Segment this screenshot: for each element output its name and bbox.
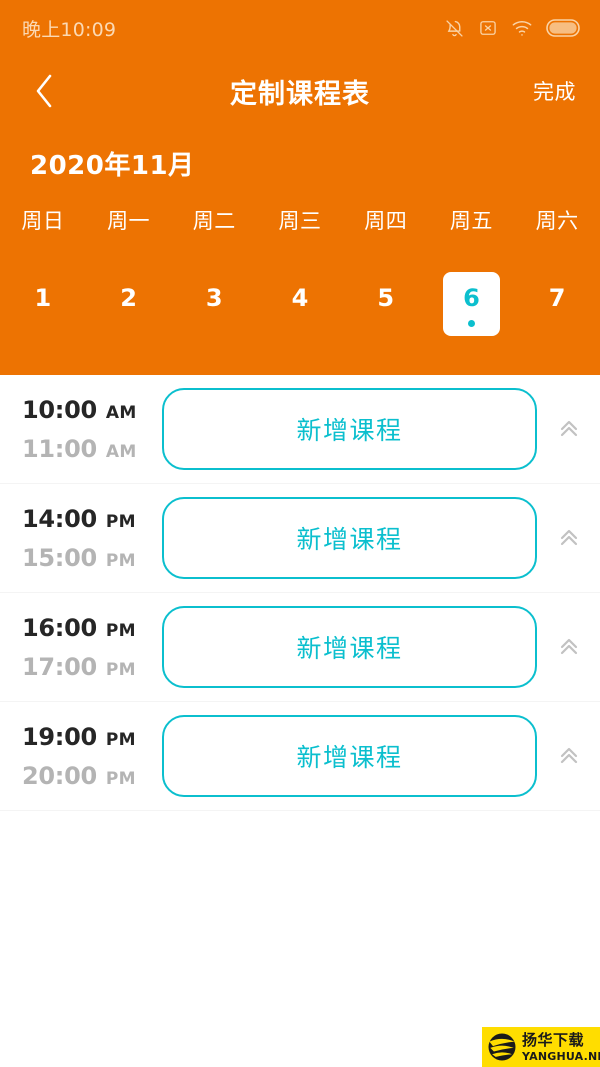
slot-start-meridiem: PM bbox=[105, 729, 136, 750]
boxed-x-icon bbox=[478, 18, 498, 38]
schedule-slot-row: 10:00 AM 11:00 AM 新增课程 bbox=[0, 375, 600, 484]
battery-icon bbox=[546, 19, 580, 37]
slot-start-time: 19:00 PM bbox=[22, 723, 162, 751]
weekday-header-row: 周日 周一 周二 周三 周四 周五 周六 bbox=[0, 205, 600, 235]
schedule-slot-row: 19:00 PM 20:00 PM 新增课程 bbox=[0, 702, 600, 811]
app-screen: 晚上10:09 定制课程表 完成 2020年11月 周日 周一 周二 周三 周四… bbox=[0, 0, 600, 1067]
schedule-list: 10:00 AM 11:00 AM 新增课程 14:00 PM 15:00 PM… bbox=[0, 375, 600, 811]
weekday-label-tue: 周二 bbox=[192, 209, 236, 233]
slot-end-hour: 11:00 bbox=[22, 434, 97, 463]
slot-start-hour: 19:00 bbox=[22, 722, 97, 751]
slot-end-hour: 17:00 bbox=[22, 652, 97, 681]
day-cell-6-selected[interactable]: 6 bbox=[429, 272, 515, 352]
weekday-label-sat: 周六 bbox=[535, 209, 579, 233]
day-dot bbox=[554, 320, 561, 327]
day-cell-5[interactable]: 5 bbox=[343, 272, 429, 352]
watermark-text: 扬华下载 YANGHUA.NET bbox=[522, 1030, 600, 1063]
day-dot bbox=[211, 320, 218, 327]
slot-end-hour: 15:00 bbox=[22, 543, 97, 572]
day-cell-7[interactable]: 7 bbox=[514, 272, 600, 352]
slot-end-time: 20:00 PM bbox=[22, 762, 162, 790]
status-time: 晚上10:09 bbox=[22, 18, 117, 41]
slot-start-meridiem: PM bbox=[105, 620, 136, 641]
day-dot bbox=[39, 320, 46, 327]
chevron-double-up-icon bbox=[560, 747, 577, 764]
day-number: 2 bbox=[120, 283, 137, 312]
slot-start-time: 10:00 AM bbox=[22, 396, 162, 424]
add-course-button[interactable]: 新增课程 bbox=[162, 715, 537, 797]
slot-end-meridiem: PM bbox=[105, 550, 136, 571]
orange-header: 晚上10:09 定制课程表 完成 2020年11月 周日 周一 周二 周三 周四… bbox=[0, 0, 600, 375]
chevron-double-up-icon bbox=[560, 638, 577, 655]
add-course-button[interactable]: 新增课程 bbox=[162, 606, 537, 688]
page-title: 定制课程表 bbox=[230, 78, 370, 110]
weekday-label-mon: 周一 bbox=[107, 209, 151, 233]
slot-start-hour: 14:00 bbox=[22, 504, 97, 533]
slot-start-meridiem: AM bbox=[105, 402, 137, 423]
add-course-button[interactable]: 新增课程 bbox=[162, 497, 537, 579]
day-cell-1[interactable]: 1 bbox=[0, 272, 86, 352]
collapse-toggle[interactable] bbox=[537, 744, 600, 768]
wifi-icon bbox=[511, 18, 533, 38]
day-number: 3 bbox=[205, 283, 223, 312]
slot-time-range: 10:00 AM 11:00 AM bbox=[0, 396, 162, 463]
slot-start-time: 14:00 PM bbox=[22, 505, 162, 533]
day-row: 1 2 3 4 5 6 7 bbox=[0, 272, 600, 352]
slot-start-meridiem: PM bbox=[105, 511, 136, 532]
chevron-double-up-icon bbox=[560, 420, 577, 437]
slot-time-range: 14:00 PM 15:00 PM bbox=[0, 505, 162, 572]
collapse-toggle[interactable] bbox=[537, 526, 600, 550]
slot-end-time: 17:00 PM bbox=[22, 653, 162, 681]
slot-end-meridiem: PM bbox=[105, 659, 136, 680]
add-course-button[interactable]: 新增课程 bbox=[162, 388, 537, 470]
day-number: 1 bbox=[34, 283, 52, 312]
status-bar: 晚上10:09 bbox=[0, 0, 600, 56]
day-dot bbox=[125, 320, 132, 327]
slot-time-range: 16:00 PM 17:00 PM bbox=[0, 614, 162, 681]
slot-time-range: 19:00 PM 20:00 PM bbox=[0, 723, 162, 790]
weekday-label-thu: 周四 bbox=[364, 209, 408, 233]
done-button[interactable]: 完成 bbox=[533, 76, 576, 106]
day-dot bbox=[467, 319, 475, 327]
day-cell-4[interactable]: 4 bbox=[257, 272, 343, 352]
site-watermark: 扬华下载 YANGHUA.NET bbox=[482, 1027, 600, 1067]
collapse-toggle[interactable] bbox=[537, 635, 600, 659]
chevron-double-up-icon bbox=[560, 529, 577, 546]
schedule-slot-row: 16:00 PM 17:00 PM 新增课程 bbox=[0, 593, 600, 702]
slot-end-meridiem: AM bbox=[105, 441, 137, 462]
slot-end-time: 15:00 PM bbox=[22, 544, 162, 572]
schedule-slot-row: 14:00 PM 15:00 PM 新增课程 bbox=[0, 484, 600, 593]
day-number: 5 bbox=[377, 283, 395, 312]
slot-end-meridiem: PM bbox=[105, 768, 136, 789]
watermark-en: YANGHUA.NET bbox=[522, 1049, 600, 1063]
weekday-label-fri: 周五 bbox=[449, 209, 493, 233]
day-cell-3[interactable]: 3 bbox=[171, 272, 257, 352]
nav-bar: 定制课程表 完成 bbox=[0, 56, 600, 126]
month-label: 2020年11月 bbox=[30, 151, 195, 181]
weekday-label-wed: 周三 bbox=[278, 209, 322, 233]
slot-start-hour: 16:00 bbox=[22, 613, 97, 642]
day-dot bbox=[296, 320, 303, 327]
slot-start-hour: 10:00 bbox=[22, 395, 97, 424]
status-icon-group bbox=[444, 18, 580, 39]
slot-end-time: 11:00 AM bbox=[22, 435, 162, 463]
day-number: 4 bbox=[291, 283, 309, 312]
yanghua-logo-icon bbox=[488, 1033, 516, 1061]
day-number: 6 bbox=[463, 283, 480, 312]
day-number: 7 bbox=[548, 283, 566, 312]
day-cell-2[interactable]: 2 bbox=[86, 272, 172, 352]
slot-end-hour: 20:00 bbox=[22, 761, 97, 790]
watermark-cn: 扬华下载 bbox=[522, 1030, 585, 1049]
collapse-toggle[interactable] bbox=[537, 417, 600, 441]
bell-muted-icon bbox=[444, 18, 465, 39]
slot-start-time: 16:00 PM bbox=[22, 614, 162, 642]
day-dot bbox=[382, 320, 389, 327]
weekday-label-sun: 周日 bbox=[21, 209, 65, 233]
